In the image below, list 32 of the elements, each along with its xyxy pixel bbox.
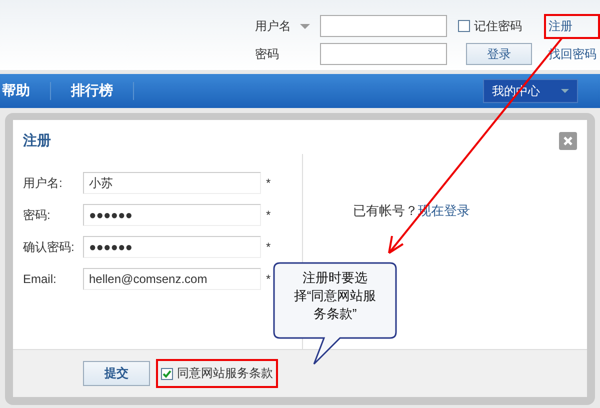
caret-icon (561, 89, 569, 93)
login-button[interactable]: 登录 (466, 43, 532, 65)
input-field[interactable]: ●●●●●● (83, 236, 261, 258)
has-account-text: 已有帐号？ (353, 203, 418, 218)
username-label: 用户名 (255, 18, 292, 34)
dialog-title: 注册 (23, 132, 51, 150)
submit-button[interactable]: 提交 (83, 361, 150, 386)
username-field[interactable] (320, 15, 447, 37)
required-mark: * (266, 240, 272, 254)
field-label: 用户名: (23, 174, 64, 192)
callout-text: 注册时要选择“同意网站服务条款” (292, 269, 378, 323)
agree-checkbox[interactable] (161, 368, 173, 380)
remember-label: 记住密码 (474, 18, 522, 34)
close-button[interactable] (559, 132, 577, 150)
input-field[interactable]: 小苏 (83, 172, 261, 194)
input-field[interactable]: hellen@comsenz.com (83, 268, 261, 290)
nav-item[interactable]: 排行榜 (51, 82, 134, 100)
input-field[interactable]: ●●●●●● (83, 204, 261, 226)
nav-item[interactable]: 帮助 (0, 82, 51, 100)
close-icon (563, 136, 573, 146)
field-label: 密码: (23, 206, 52, 224)
register-link[interactable]: 注册 (548, 18, 572, 32)
caret-icon[interactable] (300, 24, 310, 28)
field-label: 确认密码: (23, 238, 76, 256)
remember-checkbox[interactable] (458, 20, 470, 32)
required-mark: * (266, 208, 272, 222)
required-mark: * (266, 176, 272, 190)
required-mark: * (266, 272, 272, 286)
password-label: 密码 (255, 46, 280, 62)
agree-label: 同意网站服务条款 (177, 365, 273, 382)
password-field[interactable] (320, 43, 447, 65)
field-label: Email: (23, 272, 58, 286)
